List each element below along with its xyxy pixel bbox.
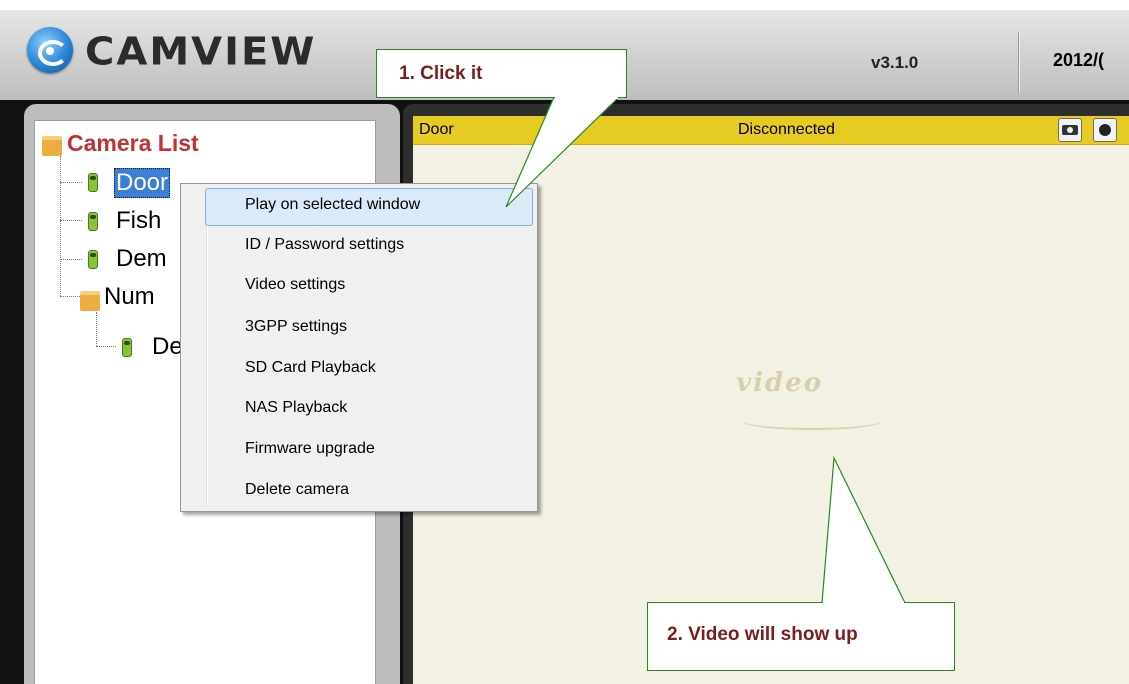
callout-1-text: 1. Click it [399,63,483,84]
callout-2-pointer [821,455,906,604]
callout-2-joint [823,601,904,604]
callout-1-joint [555,97,618,99]
callout-1-pointer [505,96,621,208]
callout-pointers [505,96,906,604]
callout-2-text: 2. Video will show up [667,624,858,645]
camview-window: CAMVIEW v3.1.0 2012/( Camera List Door F… [0,0,1129,684]
